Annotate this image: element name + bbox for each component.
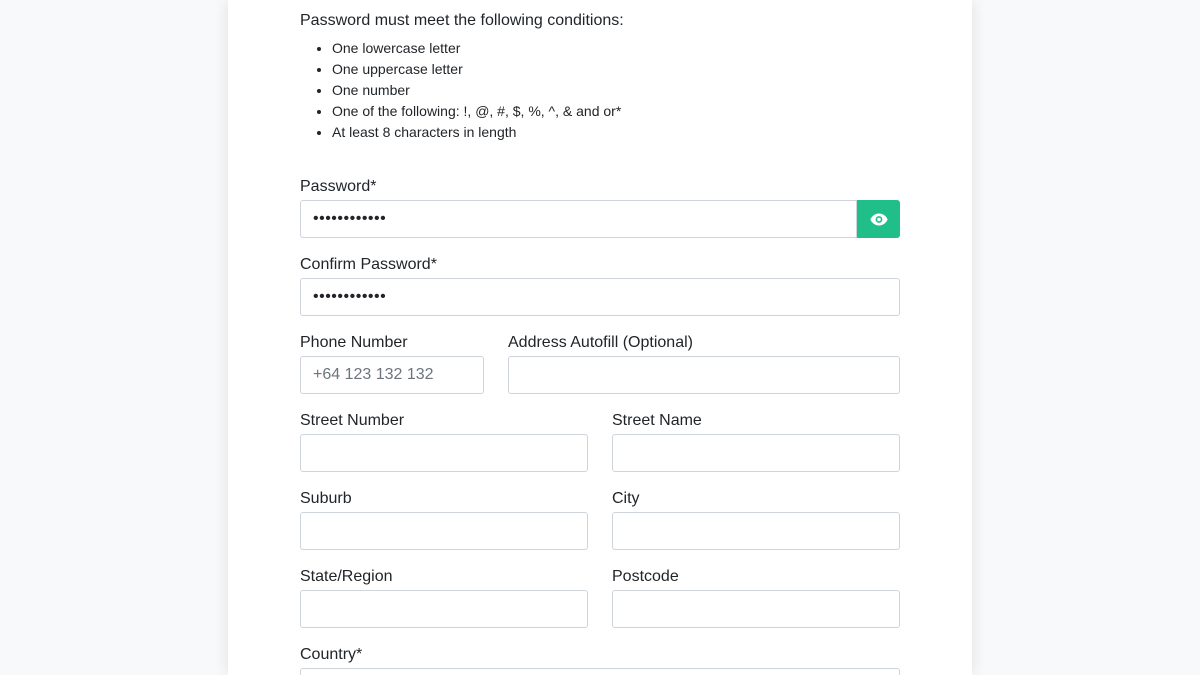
phone-number-label: Phone Number <box>300 334 408 351</box>
password-requirements-title: Password must meet the following conditi… <box>300 12 624 29</box>
password-label: Password* <box>300 178 377 195</box>
requirement-item: At least 8 characters in length <box>332 122 621 143</box>
show-password-button[interactable] <box>857 200 900 238</box>
country-label: Country* <box>300 646 363 663</box>
state-region-label: State/Region <box>300 568 393 585</box>
city-label: City <box>612 490 640 507</box>
street-name-label: Street Name <box>612 412 702 429</box>
requirement-item: One lowercase letter <box>332 38 621 59</box>
requirement-item: One of the following: !, @, #, $, %, ^, … <box>332 101 621 122</box>
requirement-item: One uppercase letter <box>332 59 621 80</box>
address-autofill-field[interactable] <box>508 356 900 394</box>
suburb-label: Suburb <box>300 490 352 507</box>
state-region-field[interactable] <box>300 590 588 628</box>
postcode-field[interactable] <box>612 590 900 628</box>
password-requirements-list: One lowercase letter One uppercase lette… <box>300 38 621 143</box>
password-field[interactable] <box>300 200 857 238</box>
street-number-field[interactable] <box>300 434 588 472</box>
address-autofill-label: Address Autofill (Optional) <box>508 334 693 351</box>
city-field[interactable] <box>612 512 900 550</box>
phone-number-field[interactable] <box>300 356 484 394</box>
requirement-item: One number <box>332 80 621 101</box>
street-name-field[interactable] <box>612 434 900 472</box>
country-select[interactable] <box>300 668 900 675</box>
street-number-label: Street Number <box>300 412 405 429</box>
postcode-label: Postcode <box>612 568 679 585</box>
confirm-password-label: Confirm Password* <box>300 256 437 273</box>
suburb-field[interactable] <box>300 512 588 550</box>
registration-form-card: Password must meet the following conditi… <box>228 0 972 675</box>
eye-icon <box>869 213 888 226</box>
confirm-password-field[interactable] <box>300 278 900 316</box>
